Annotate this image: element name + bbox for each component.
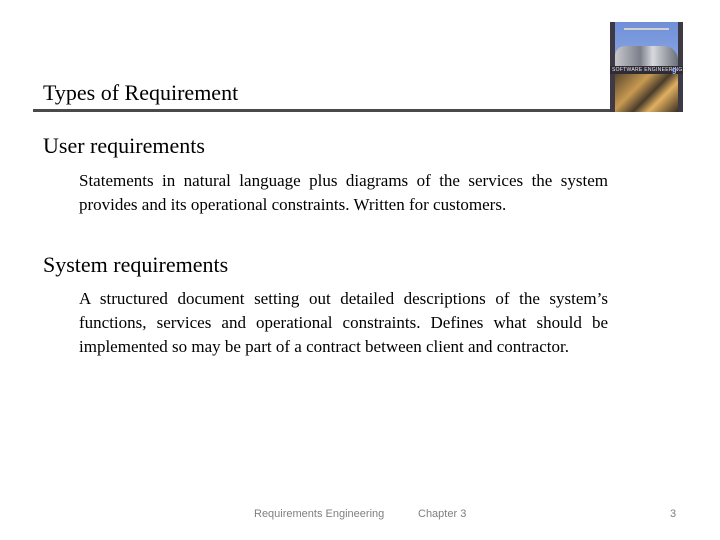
slide-title: Types of Requirement <box>43 80 239 105</box>
section-heading-user-requirements: User requirements <box>43 133 205 158</box>
title-divider <box>33 109 613 112</box>
footer-course: Requirements Engineering <box>254 508 385 520</box>
section-heading-system-requirements: System requirements <box>43 252 229 277</box>
section-body-system-requirements: A structured document setting out detail… <box>79 289 608 356</box>
book-cover-image: SOFTWARE ENGINEERING 9 <box>610 22 683 112</box>
footer-page-number: 3 <box>670 508 677 520</box>
footer-chapter: Chapter 3 <box>418 508 467 520</box>
section-body-user-requirements: Statements in natural language plus diag… <box>79 171 608 214</box>
